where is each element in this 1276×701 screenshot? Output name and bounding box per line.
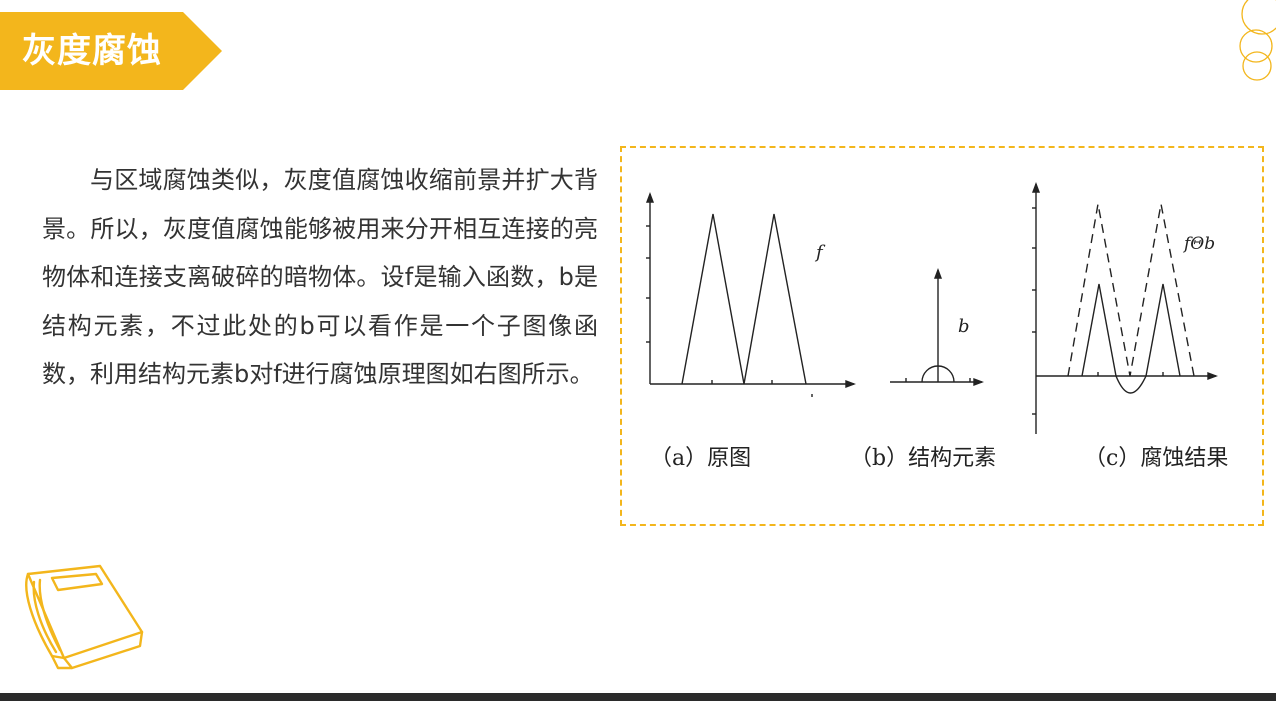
diagram-c-erosion-result bbox=[1031, 182, 1218, 434]
page-title: 灰度腐蚀 bbox=[22, 31, 162, 71]
bottom-bar bbox=[0, 693, 1276, 701]
caption-a: （a）原图 bbox=[650, 446, 752, 471]
circles-decoration bbox=[1239, 0, 1276, 81]
figure-box: f b fΘb （a）原图 （b）结构元素 （c）腐蚀结果 bbox=[620, 146, 1264, 526]
title-banner: 灰度腐蚀 bbox=[0, 12, 222, 90]
body-paragraph: 与区域腐蚀类似，灰度值腐蚀收缩前景并扩大背景。所以，灰度值腐蚀能够被用来分开相互… bbox=[42, 166, 598, 388]
book-icon bbox=[25, 564, 144, 670]
label-result: fΘb bbox=[1184, 234, 1216, 254]
label-b: b bbox=[958, 316, 970, 337]
caption-c: （c）腐蚀结果 bbox=[1084, 446, 1229, 471]
diagram-a-original bbox=[645, 192, 856, 397]
label-f: f bbox=[816, 242, 823, 263]
caption-b: （b）结构元素 bbox=[850, 446, 997, 471]
